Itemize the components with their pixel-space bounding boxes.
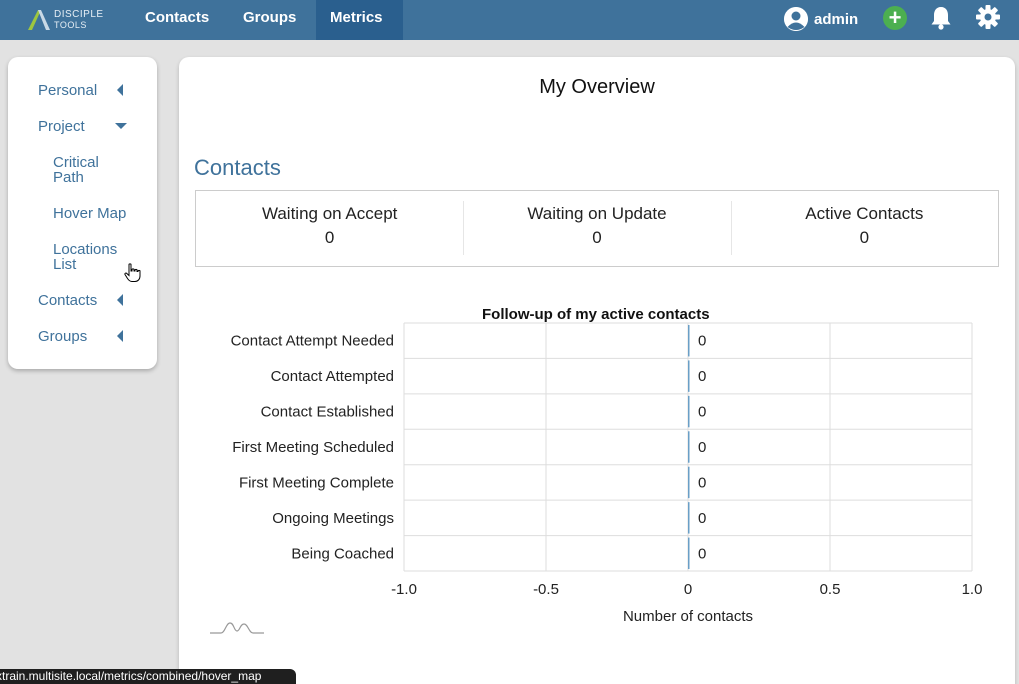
gear-icon [976, 5, 1000, 29]
status-url: xtrain.multisite.local/metrics/combined/… [0, 669, 262, 683]
chart-category-label: Contact Attempted [271, 368, 394, 385]
chart-data-label: 0 [698, 510, 706, 527]
chart-bar [688, 360, 690, 392]
stat-waiting-on-update: Waiting on Update 0 [463, 191, 730, 266]
sidebar-item-groups[interactable]: Groups [38, 328, 87, 345]
hand-cursor-icon [124, 263, 141, 282]
caret-left-icon[interactable] [117, 294, 123, 306]
main-content: My Overview Contacts Waiting on Accept 0… [179, 57, 1015, 684]
metrics-sidebar: Personal Project Critical Path Hover Map… [8, 57, 157, 369]
chart-x-tick-label: -1.0 [391, 581, 417, 598]
chart-bar [688, 431, 690, 463]
chart-category-label: First Meeting Complete [239, 474, 394, 491]
chart-bar [688, 395, 690, 428]
add-new-button[interactable]: + [883, 6, 907, 30]
contact-stats: Waiting on Accept 0 Waiting on Update 0 … [195, 190, 999, 267]
settings-button[interactable] [975, 4, 1001, 35]
top-navbar: DISCIPLE TOOLS Contacts Groups Metrics a… [0, 0, 1019, 40]
chart-data-label: 0 [698, 439, 706, 456]
nav-contacts[interactable]: Contacts [131, 0, 223, 40]
chart-category-label: Contact Attempt Needed [231, 333, 394, 350]
chart-title: Follow-up of my active contacts [482, 306, 710, 323]
sidebar-item-contacts[interactable]: Contacts [38, 292, 97, 309]
chart-category-label: Being Coached [291, 545, 394, 562]
chart-x-tick-label: 0.5 [820, 581, 841, 598]
follow-up-chart-svg: Contact Attempt Needed 0 Contact Attempted… [231, 322, 983, 625]
stat-waiting-on-accept: Waiting on Accept 0 [196, 191, 463, 266]
stat-label: Active Contacts [805, 204, 924, 223]
nav-metrics[interactable]: Metrics [316, 0, 403, 40]
user-menu[interactable]: admin [784, 6, 858, 32]
chart-data-label: 0 [698, 404, 706, 421]
disciple-tools-logo[interactable]: DISCIPLE TOOLS [28, 8, 104, 32]
chart-bar [688, 325, 690, 357]
bell-icon [931, 7, 951, 30]
chart-data-label: 0 [698, 333, 706, 350]
chart-x-tick-label: 1.0 [962, 581, 983, 598]
stat-label: Waiting on Update [527, 204, 667, 223]
user-name: admin [814, 10, 859, 28]
sidebar-item-project[interactable]: Project [38, 118, 85, 135]
stat-label: Waiting on Accept [261, 204, 398, 223]
nav-groups[interactable]: Groups [229, 0, 310, 40]
caret-down-icon[interactable] [115, 123, 127, 129]
notifications-button[interactable] [930, 5, 952, 36]
logo-line-2: TOOLS [54, 20, 87, 30]
chart-bar [688, 466, 690, 499]
chart-bar [688, 502, 690, 534]
stat-active-contacts: Active Contacts 0 [730, 191, 998, 266]
user-avatar-icon [784, 7, 808, 31]
chart-bar [688, 537, 690, 569]
logo-text: DISCIPLE TOOLS [54, 9, 104, 31]
chart-data-label: 0 [698, 368, 706, 385]
stat-value: 0 [592, 228, 602, 247]
chart-x-tick-label: 0 [684, 581, 692, 598]
chart-category-label: Ongoing Meetings [272, 510, 394, 527]
logo-line-1: DISCIPLE [54, 9, 104, 20]
plus-icon: + [888, 5, 902, 30]
section-title: Contacts [194, 155, 281, 180]
chart-data-label: 0 [698, 474, 706, 491]
sidebar-item-critical-path[interactable]: Critical Path [53, 155, 133, 185]
chart-category-label: First Meeting Scheduled [232, 439, 394, 456]
sidebar-item-hover-map[interactable]: Hover Map [53, 206, 133, 221]
chart-loading-icon [210, 622, 264, 634]
follow-up-chart: Follow-up of my active contacts Contact … [179, 297, 1015, 642]
chart-data-label: 0 [698, 545, 706, 562]
logo-icon [28, 10, 50, 30]
chart-category-label: Contact Established [261, 404, 394, 421]
caret-left-icon[interactable] [117, 330, 123, 342]
stat-value: 0 [324, 228, 335, 247]
stat-value: 0 [859, 228, 870, 247]
sidebar-item-locations-list[interactable]: Locations List [53, 242, 133, 272]
caret-left-icon[interactable] [117, 84, 123, 96]
sidebar-item-personal[interactable]: Personal [38, 82, 97, 99]
chart-x-tick-label: -0.5 [533, 581, 559, 598]
browser-status-bar: xtrain.multisite.local/metrics/combined/… [0, 669, 296, 684]
page-title: My Overview [539, 76, 655, 98]
chart-x-axis-label: Number of contacts [623, 608, 753, 625]
